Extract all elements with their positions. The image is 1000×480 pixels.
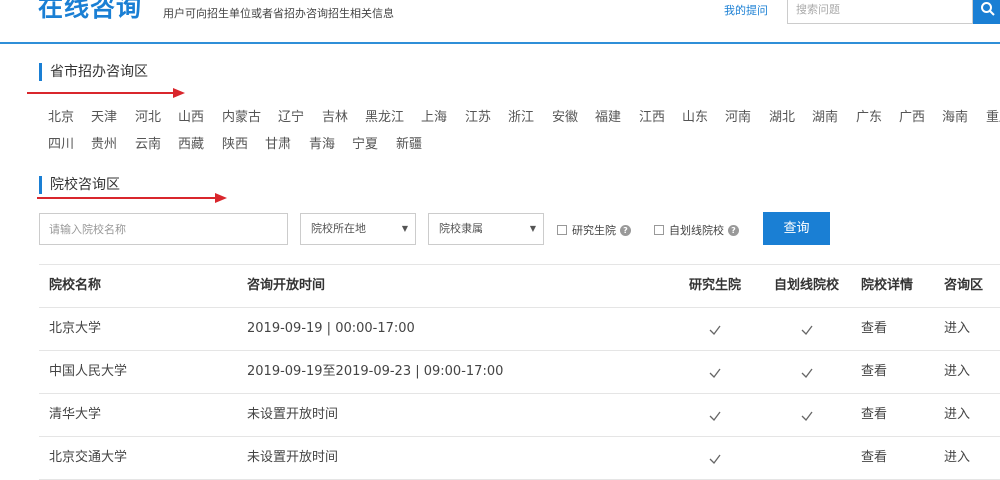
open-time: 2019-09-19至2019-09-23 | 09:00-17:00 [247,364,504,379]
school-name: 清华大学 [49,407,102,422]
enter-consult-link[interactable]: 进入 [944,351,970,393]
province-link[interactable]: 安徽 [552,106,595,125]
province-link[interactable]: 北京 [48,106,91,125]
affiliation-select[interactable]: 院校隶属 ▼ [428,213,544,245]
province-link[interactable]: 黑龙江 [365,106,421,125]
province-link[interactable]: 新疆 [396,133,440,152]
province-link[interactable]: 重庆 [986,106,1000,125]
province-link[interactable]: 广西 [899,106,942,125]
province-link[interactable]: 青海 [309,133,352,152]
table-row: 中国人民大学 2019-09-19至2019-09-23 | 09:00-17:0… [39,351,1000,394]
col-header-name: 院校名称 [49,278,102,293]
province-link[interactable]: 贵州 [91,133,135,152]
table-row: 北京交通大学 未设置开放时间 查看 进入 [39,437,1000,480]
province-link[interactable]: 四川 [48,133,91,152]
table-row: 清华大学 未设置开放时间 查看 进入 [39,394,1000,437]
help-icon[interactable]: ? [728,224,739,236]
province-link[interactable]: 湖南 [812,106,856,125]
graduate-label: 研究生院 [572,224,616,237]
open-time: 未设置开放时间 [247,450,339,465]
enter-consult-link[interactable]: 进入 [944,308,970,350]
red-arrow-annotation [37,193,227,203]
enter-consult-link[interactable]: 进入 [944,394,970,436]
province-link[interactable]: 山东 [682,106,725,125]
school-table: 院校名称 咨询开放时间 研究生院 自划线院校 院校详情 咨询区 北京大学 2019… [39,264,1000,480]
question-search-input[interactable] [787,0,973,24]
graduate-check-icon [708,365,722,379]
view-detail-link[interactable]: 查看 [861,394,887,436]
help-icon[interactable]: ? [620,224,631,236]
self-line-check-icon [800,408,814,422]
provincial-section-title: 省市招办咨询区 [39,63,148,81]
graduate-check-icon [708,408,722,422]
province-link[interactable]: 吉林 [322,106,365,125]
province-link[interactable]: 陕西 [222,133,265,152]
province-link[interactable]: 江苏 [465,106,508,125]
open-time: 未设置开放时间 [247,407,339,422]
view-detail-link[interactable]: 查看 [861,351,887,393]
province-link[interactable]: 山西 [178,106,222,125]
enter-consult-link[interactable]: 进入 [944,437,970,479]
province-link[interactable]: 江西 [639,106,682,125]
location-select[interactable]: 院校所在地 ▼ [300,213,416,245]
province-link[interactable]: 云南 [135,133,178,152]
school-name-input[interactable] [39,213,288,245]
graduate-filter[interactable]: 研究生院 ? [557,222,631,238]
school-name: 北京交通大学 [49,450,128,465]
table-header-row: 院校名称 咨询开放时间 研究生院 自划线院校 院校详情 咨询区 [39,265,1000,308]
red-arrow-annotation [27,88,185,98]
province-link[interactable]: 天津 [91,106,135,125]
graduate-check-icon [708,322,722,336]
school-name: 北京大学 [49,321,102,336]
query-button[interactable]: 查询 [763,212,830,245]
school-name: 中国人民大学 [49,364,128,379]
top-header: 在线咨询 用户可向招生单位或者省招办咨询招生相关信息 我的提问 [0,0,1000,44]
province-link[interactable]: 辽宁 [278,106,322,125]
my-questions-link[interactable]: 我的提问 [724,2,768,18]
page-title: 在线咨询 [38,0,143,22]
province-link[interactable]: 甘肃 [265,133,309,152]
province-link[interactable]: 浙江 [508,106,552,125]
col-header-graduate: 研究生院 [689,278,742,293]
province-link[interactable]: 湖北 [769,106,812,125]
province-link[interactable]: 西藏 [178,133,222,152]
self-line-label: 自划线院校 [669,224,724,237]
caret-down-icon: ▼ [401,224,408,233]
col-header-detail: 院校详情 [861,278,914,293]
self-line-check-icon [800,365,814,379]
location-select-value: 院校所在地 [311,222,366,235]
province-row-1: 北京 天津 河北 山西 内蒙古 辽宁 吉林 黑龙江 上海 江苏 浙江 安徽 福建 江西 山东 河南 湖北 湖南 广东… [48,106,1000,125]
search-button[interactable] [973,0,1000,24]
col-header-self-line: 自划线院校 [774,278,840,293]
col-header-consult: 咨询区 [944,278,984,293]
search-icon [981,2,995,16]
province-link[interactable]: 内蒙古 [222,106,278,125]
open-time: 2019-09-19 | 00:00-17:00 [247,321,415,336]
province-link[interactable]: 河南 [725,106,769,125]
province-link[interactable]: 宁夏 [352,133,396,152]
page-subtitle: 用户可向招生单位或者省招办咨询招生相关信息 [163,7,394,20]
affiliation-select-value: 院校隶属 [439,222,483,235]
col-header-time: 咨询开放时间 [247,278,326,293]
province-row-2: 四川 贵州 云南 西藏 陕西 甘肃 青海 宁夏 新疆 [48,133,440,152]
view-detail-link[interactable]: 查看 [861,437,887,479]
province-link[interactable]: 上海 [421,106,465,125]
table-row: 北京大学 2019-09-19 | 00:00-17:00 查看 进入 [39,308,1000,351]
province-link[interactable]: 海南 [942,106,986,125]
view-detail-link[interactable]: 查看 [861,308,887,350]
caret-down-icon: ▼ [529,224,536,233]
self-line-checkbox[interactable] [654,225,664,235]
graduate-checkbox[interactable] [557,225,567,235]
self-line-filter[interactable]: 自划线院校 ? [654,222,739,238]
province-link[interactable]: 河北 [135,106,178,125]
province-link[interactable]: 福建 [595,106,639,125]
self-line-check-icon [800,322,814,336]
province-link[interactable]: 广东 [856,106,899,125]
